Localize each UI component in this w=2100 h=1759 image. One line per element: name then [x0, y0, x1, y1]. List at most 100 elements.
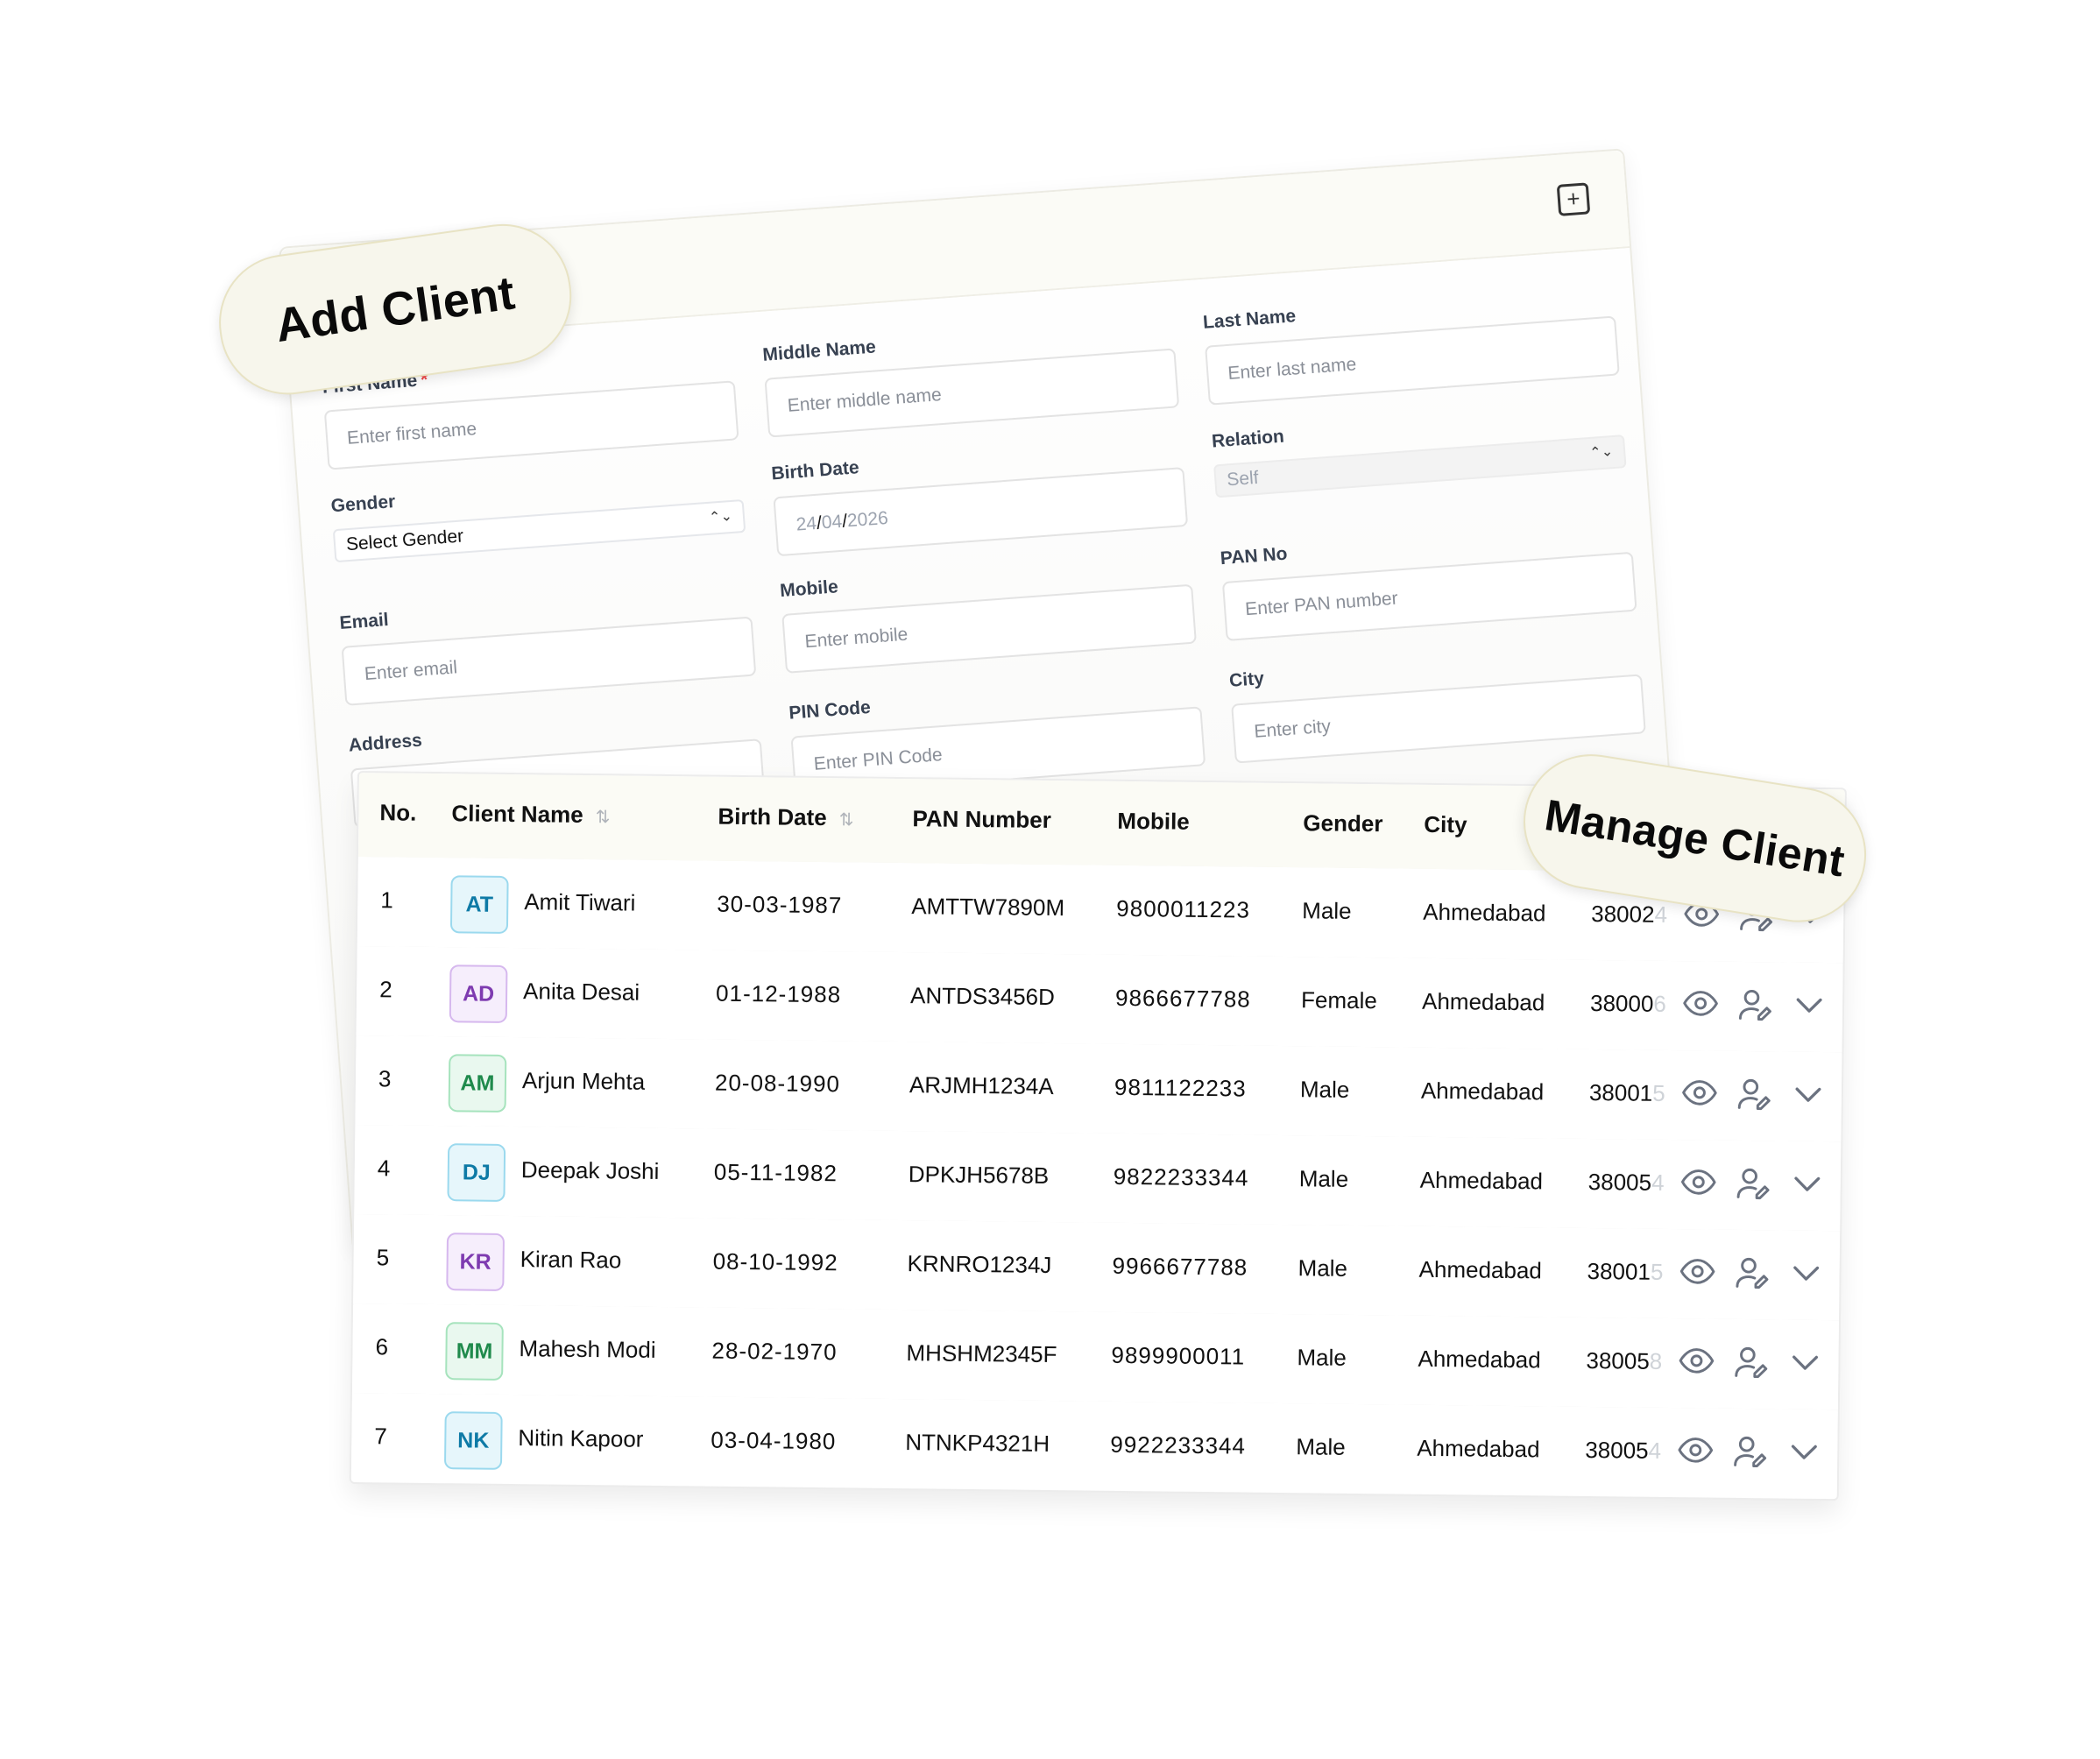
user-edit-icon[interactable]	[1734, 1163, 1772, 1202]
mobile-field: Mobile Enter mobile	[779, 551, 1197, 674]
row-number: 3	[378, 1065, 392, 1092]
table-row[interactable]: 7 NK Nitin Kapoor 03-04-1980 NTNKP4321H 99222…	[350, 1392, 1838, 1501]
gender: Male	[1298, 1165, 1349, 1192]
pin-code: 380015	[1587, 1258, 1663, 1286]
birth-date-input[interactable]: 24/04/2026	[773, 467, 1189, 557]
pin-code: 380054	[1585, 1437, 1661, 1465]
city: Ahmedabad	[1423, 898, 1546, 927]
pan-no-field: PAN No Enter PAN number	[1220, 519, 1637, 641]
pan-number: DPKJH5678B	[908, 1161, 1050, 1189]
pin-code: 380054	[1588, 1169, 1665, 1197]
pin-code-visible: 38002	[1591, 900, 1655, 928]
row-number: 1	[380, 887, 393, 914]
col-client-name[interactable]: Client Name ⇅	[451, 800, 610, 829]
client-name[interactable]: Nitin Kapoor	[518, 1424, 643, 1453]
gender: Male	[1299, 1076, 1350, 1103]
relation-field: Relation Self ⌃⌄	[1211, 401, 1627, 498]
sort-icon[interactable]: ⇅	[596, 808, 611, 827]
birth-date-field: Birth Date 24/04/2026	[771, 434, 1189, 557]
pin-code-visible: 38001	[1587, 1257, 1651, 1285]
pin-code-faded: 5	[1652, 1079, 1665, 1106]
user-edit-icon[interactable]	[1731, 1342, 1770, 1381]
eye-icon[interactable]	[1679, 1162, 1718, 1201]
avatar: AD	[449, 964, 508, 1023]
user-edit-icon[interactable]	[1730, 1431, 1769, 1470]
birth-day: 24	[795, 512, 817, 535]
eye-icon[interactable]	[1676, 1431, 1715, 1469]
col-client-name-label: Client Name	[451, 800, 583, 828]
gender: Male	[1297, 1344, 1347, 1371]
mobile-input[interactable]: Enter mobile	[781, 583, 1197, 674]
city-input[interactable]: Enter city	[1231, 674, 1646, 764]
mobile-number: 9966677788	[1112, 1252, 1248, 1281]
first-name-input[interactable]: Enter first name	[323, 380, 739, 470]
row-actions	[1677, 1341, 1835, 1387]
chevron-down-icon[interactable]	[1790, 985, 1828, 1024]
pin-code: 380058	[1586, 1347, 1662, 1375]
pan-number: AMTTW7890M	[911, 893, 1065, 922]
pin-code-visible: 38005	[1585, 1436, 1649, 1464]
user-edit-icon[interactable]	[1735, 1074, 1773, 1113]
birth-date: 20-08-1990	[714, 1069, 841, 1098]
client-name[interactable]: Amit Tiwari	[524, 888, 635, 916]
eye-icon[interactable]	[1680, 1073, 1719, 1112]
chevron-down-icon[interactable]	[1786, 1254, 1825, 1292]
plus-square-icon[interactable]: +	[1556, 182, 1591, 216]
pin-code: 380024	[1591, 901, 1667, 929]
gender: Male	[1297, 1254, 1348, 1282]
user-edit-icon[interactable]	[1736, 985, 1774, 1023]
eye-icon[interactable]	[1681, 984, 1720, 1022]
gender-value: Select Gender	[345, 526, 464, 555]
relation-value: Self	[1226, 467, 1260, 491]
chevron-down-icon[interactable]	[1785, 1432, 1823, 1471]
last-name-input[interactable]: Enter last name	[1205, 315, 1620, 406]
client-name[interactable]: Arjun Mehta	[522, 1067, 646, 1096]
email-field: Email Enter email	[339, 583, 757, 706]
birth-date: 03-04-1980	[711, 1426, 837, 1455]
pin-code-faded: 6	[1653, 990, 1667, 1017]
city: Ahmedabad	[1421, 987, 1545, 1016]
chevron-down-icon[interactable]	[1789, 1075, 1828, 1113]
birth-date: 08-10-1992	[712, 1247, 838, 1276]
gender: Female	[1300, 986, 1377, 1014]
birth-year: 2026	[846, 507, 889, 532]
eye-icon[interactable]	[1677, 1341, 1715, 1380]
client-name[interactable]: Mahesh Modi	[519, 1335, 655, 1364]
user-edit-icon[interactable]	[1732, 1253, 1771, 1291]
email-input[interactable]: Enter email	[341, 616, 757, 706]
gender: Male	[1296, 1433, 1346, 1460]
client-name[interactable]: Deepak Joshi	[521, 1156, 660, 1185]
city: Ahmedabad	[1418, 1255, 1543, 1284]
col-birth-date-label: Birth Date	[718, 802, 827, 831]
pin-code-faded: 4	[1648, 1437, 1662, 1464]
birth-date: 01-12-1988	[715, 979, 842, 1008]
city: Ahmedabad	[1420, 1077, 1545, 1106]
gender-field: Gender Select Gender ⌃⌄	[330, 466, 746, 563]
mobile-number: 9899900011	[1111, 1341, 1246, 1370]
sort-icon[interactable]: ⇅	[839, 810, 854, 830]
pin-code-faded: 4	[1651, 1169, 1665, 1196]
birth-month: 04	[821, 511, 844, 533]
chevron-down-icon[interactable]	[1785, 1343, 1824, 1381]
city: Ahmedabad	[1418, 1345, 1541, 1374]
mobile-number: 9866677788	[1114, 984, 1251, 1013]
col-no: No.	[379, 799, 417, 826]
city-field: City Enter city	[1228, 640, 1646, 764]
row-actions	[1681, 984, 1840, 1029]
avatar: DJ	[447, 1143, 506, 1202]
chevron-down-icon[interactable]	[1788, 1164, 1827, 1203]
row-number: 2	[379, 976, 392, 1003]
city: Ahmedabad	[1417, 1434, 1540, 1463]
client-name[interactable]: Anita Desai	[523, 978, 640, 1007]
col-birth-date[interactable]: Birth Date ⇅	[718, 803, 853, 832]
pan-number: KRNRO1234J	[907, 1250, 1052, 1279]
select-chevron-icon: ⌃⌄	[708, 508, 733, 526]
pan-number: MHSHM2345F	[906, 1339, 1057, 1368]
pan-no-input[interactable]: Enter PAN number	[1221, 551, 1637, 641]
client-name[interactable]: Kiran Rao	[520, 1246, 622, 1274]
mobile-number: 9922233344	[1110, 1431, 1247, 1459]
middle-name-input[interactable]: Enter middle name	[764, 348, 1180, 438]
eye-icon[interactable]	[1678, 1252, 1716, 1290]
avatar: AT	[449, 875, 509, 934]
pan-number: ARJMH1234A	[909, 1071, 1054, 1100]
